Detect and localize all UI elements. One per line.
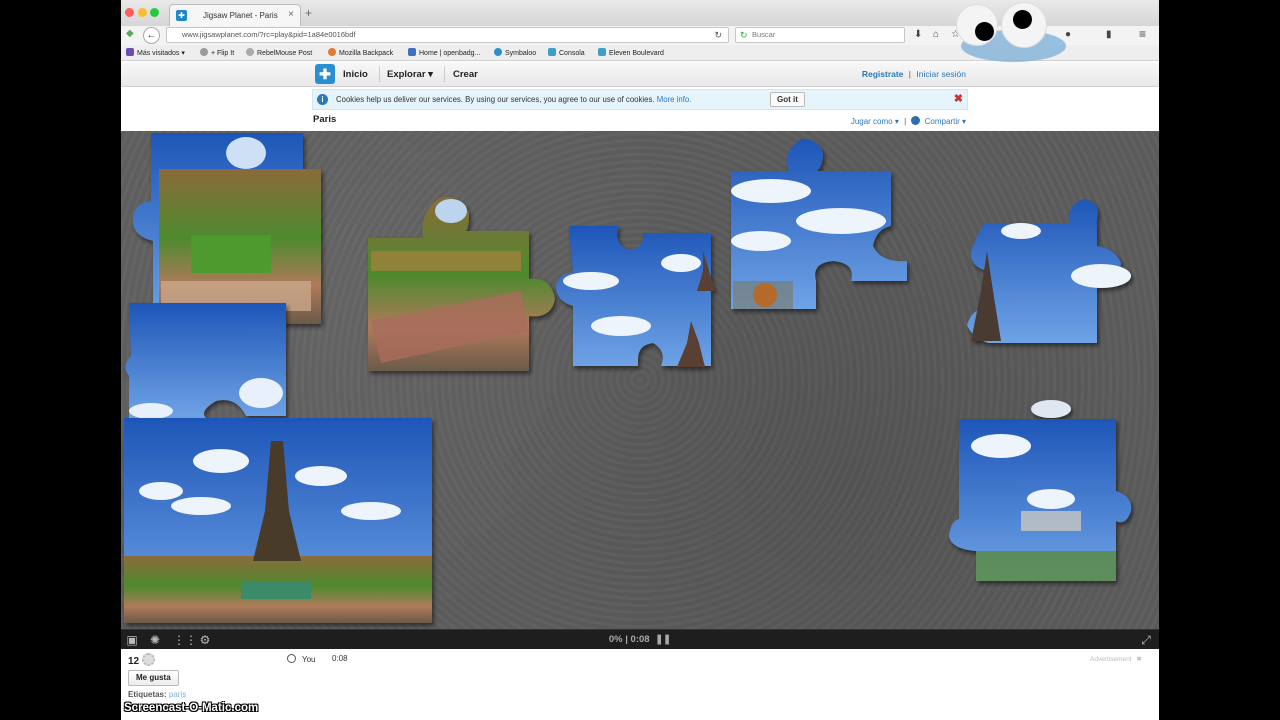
bookmark-item[interactable]: Más visitados ▾ bbox=[126, 48, 185, 57]
pause-icon[interactable]: ❚❚ bbox=[655, 634, 671, 645]
screencast-watermark: Screencast-O-Matic.com bbox=[124, 702, 259, 714]
new-tab-button[interactable]: + bbox=[305, 6, 312, 20]
hamburger-menu-icon[interactable]: ≡ bbox=[1139, 27, 1146, 41]
url-text: www.jigsawplanet.com/?rc=play&pid=1a84e0… bbox=[182, 30, 356, 39]
close-ad-icon[interactable]: ✖ bbox=[1136, 656, 1141, 663]
puzzle-title: Paris bbox=[313, 114, 337, 125]
auth-links: Registrate | Iniciar sesión bbox=[862, 69, 966, 79]
puzzle-piece[interactable] bbox=[133, 133, 321, 324]
tab-title: Jigsaw Planet - Paris bbox=[203, 11, 278, 20]
nav-explorar[interactable]: Explorar ▾ bbox=[387, 69, 433, 80]
clock-icon bbox=[287, 654, 296, 663]
bookmark-favicon-icon bbox=[408, 48, 416, 56]
puzzle-piece[interactable] bbox=[556, 226, 715, 367]
search-input[interactable]: ↻ Buscar bbox=[735, 27, 905, 43]
bookmark-favicon-icon bbox=[246, 48, 254, 56]
puzzle-toolbar: ▣ ✺ ⋮⋮ ⚙ 0% | 0:08 ❚❚ ⤢ bbox=[121, 629, 1159, 649]
close-window-button[interactable] bbox=[125, 8, 134, 17]
puzzle-piece[interactable] bbox=[731, 139, 907, 309]
browser-window: ✚ Jigsaw Planet - Paris × + ◆ ← www.jigs… bbox=[121, 0, 1159, 720]
play-as-link[interactable]: Jugar como ▾ bbox=[851, 117, 899, 126]
info-icon: i bbox=[317, 94, 328, 105]
reload-icon[interactable]: ↻ bbox=[714, 28, 722, 42]
fullscreen-icon[interactable]: ⤢ bbox=[1139, 633, 1153, 647]
download-icon[interactable]: ⬇ bbox=[914, 29, 922, 40]
puzzle-actions: Jugar como ▾ | Compartir ▾ bbox=[850, 116, 966, 126]
tag-link[interactable]: paris bbox=[169, 690, 186, 699]
auth-separator: | bbox=[908, 69, 912, 79]
bookmark-favicon-icon bbox=[328, 48, 336, 56]
bookmark-item[interactable]: Mozilla Backpack bbox=[328, 48, 393, 57]
chat-icon[interactable]: ● bbox=[1065, 29, 1071, 40]
maximize-window-button[interactable] bbox=[150, 8, 159, 17]
puzzle-pieces bbox=[124, 133, 1132, 623]
register-link[interactable]: Registrate bbox=[862, 69, 904, 79]
piece-count: 12 bbox=[128, 653, 156, 667]
bookmark-item[interactable]: + Flip It bbox=[200, 48, 234, 57]
browser-tab[interactable]: ✚ Jigsaw Planet - Paris × bbox=[169, 4, 301, 26]
globe-icon bbox=[911, 116, 921, 125]
bookmark-item[interactable]: Eleven Boulevard bbox=[598, 48, 664, 57]
jigsaw-planet-logo-icon[interactable]: ✚ bbox=[315, 64, 335, 84]
share-link[interactable]: Compartir ▾ bbox=[925, 117, 966, 126]
bookmark-favicon-icon bbox=[494, 48, 502, 56]
nav-crear[interactable]: Crear bbox=[453, 69, 478, 80]
nav-inicio[interactable]: Inicio bbox=[343, 69, 368, 80]
puzzle-piece[interactable] bbox=[949, 400, 1132, 581]
player-row: You bbox=[287, 654, 316, 664]
login-link[interactable]: Iniciar sesión bbox=[916, 69, 966, 79]
bookmark-item[interactable]: Symbaloo bbox=[494, 48, 536, 57]
puzzle-piece[interactable] bbox=[125, 303, 286, 419]
player-time: 0:08 bbox=[332, 654, 348, 663]
bookmark-item[interactable]: Home | openbadg... bbox=[408, 48, 480, 57]
url-bar[interactable]: www.jigsawplanet.com/?rc=play&pid=1a84e0… bbox=[166, 27, 729, 43]
bookmark-favicon-icon bbox=[598, 48, 606, 56]
more-info-link[interactable]: More info. bbox=[657, 95, 692, 104]
bookmark-favicon-icon bbox=[548, 48, 556, 56]
minimize-window-button[interactable] bbox=[138, 8, 147, 17]
cookie-notice: i Cookies help us deliver our services. … bbox=[312, 89, 968, 110]
puzzle-piece[interactable] bbox=[368, 196, 555, 371]
puzzle-piece-assembled[interactable] bbox=[124, 418, 432, 623]
jigsaw-favicon-icon: ✚ bbox=[176, 10, 187, 21]
bookmark-item[interactable]: RebelMouse Post bbox=[246, 48, 312, 57]
close-cookie-icon[interactable]: ✖ bbox=[954, 92, 963, 105]
tags-row: Etiquetas: paris bbox=[128, 690, 187, 699]
close-tab-icon[interactable]: × bbox=[288, 9, 294, 20]
got-it-button[interactable]: Got it bbox=[770, 92, 805, 107]
puzzle-piece[interactable] bbox=[967, 199, 1131, 343]
progress-time-display: 0% | 0:08 ❚❚ bbox=[608, 634, 672, 645]
home-icon[interactable]: ⌂ bbox=[933, 29, 939, 40]
back-button[interactable]: ← bbox=[143, 27, 160, 44]
like-button[interactable]: Me gusta bbox=[128, 670, 179, 686]
puzzle-board[interactable] bbox=[121, 131, 1159, 629]
site-header: ✚ Inicio Explorar ▾ Crear Registrate | I… bbox=[121, 62, 1159, 87]
bookmark-favicon-icon bbox=[200, 48, 208, 56]
toolbar-menu-extra-icon[interactable]: ▮ bbox=[1106, 29, 1112, 40]
advertisement-label: Advertisement ✖ bbox=[1090, 656, 1142, 663]
bookmark-item[interactable]: Consola bbox=[548, 48, 585, 57]
cookie-message: Cookies help us deliver our services. By… bbox=[336, 95, 692, 104]
pieces-icon bbox=[142, 653, 156, 666]
addon-icon[interactable]: ◆ bbox=[126, 28, 134, 39]
search-engine-icon: ↻ bbox=[740, 30, 748, 40]
search-placeholder: Buscar bbox=[752, 30, 776, 39]
bookmark-folder-icon bbox=[126, 48, 134, 56]
